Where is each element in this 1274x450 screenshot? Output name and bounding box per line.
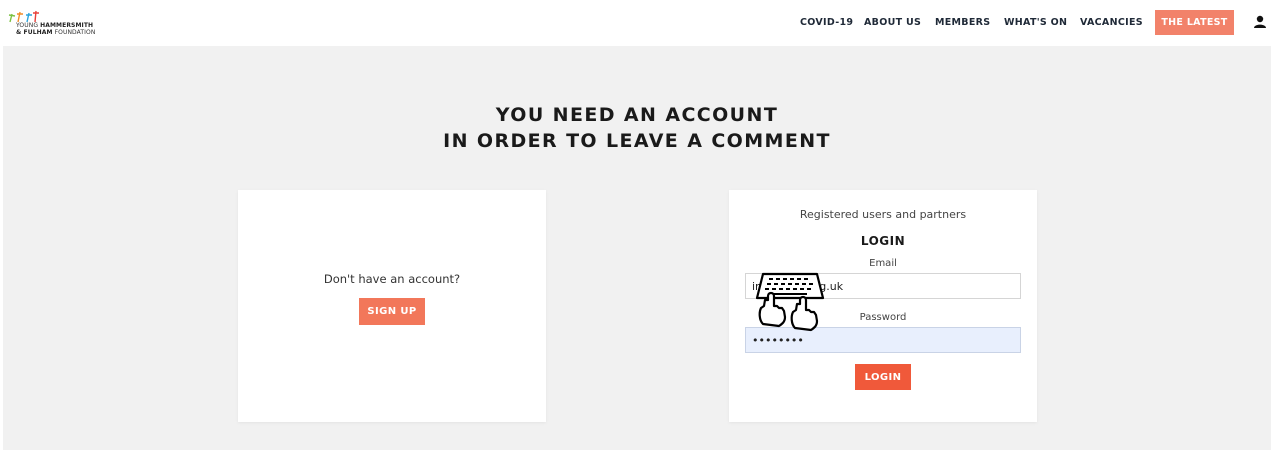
- signup-card: Don't have an account? SIGN UP: [238, 190, 546, 422]
- main-content: YOU NEED AN ACCOUNT IN ORDER TO LEAVE A …: [3, 46, 1271, 450]
- email-label: Email: [869, 258, 897, 269]
- login-subtitle: Registered users and partners: [799, 208, 967, 221]
- login-title: LOGIN: [860, 234, 906, 248]
- signup-button[interactable]: SIGN UP: [359, 298, 425, 325]
- signup-prompt: Don't have an account?: [323, 272, 461, 286]
- nav-members[interactable]: MEMBERS: [935, 17, 990, 28]
- nav-covid[interactable]: COVID-19: [800, 17, 853, 28]
- page-heading: YOU NEED AN ACCOUNT IN ORDER TO LEAVE A …: [443, 104, 831, 152]
- user-icon[interactable]: [1253, 15, 1267, 29]
- logo-text: YOUNG HAMMERSMITH & FULHAM FOUNDATION: [16, 22, 96, 36]
- password-field[interactable]: [745, 327, 1021, 353]
- nav-vacancies[interactable]: VACANCIES: [1080, 17, 1143, 28]
- the-latest-button[interactable]: THE LATEST: [1155, 10, 1234, 35]
- nav-about-us[interactable]: ABOUT US: [864, 17, 921, 28]
- login-card: Registered users and partners LOGIN Emai…: [729, 190, 1037, 422]
- email-field[interactable]: [745, 273, 1021, 299]
- login-button[interactable]: LOGIN: [855, 364, 911, 390]
- site-header: YOUNG HAMMERSMITH & FULHAM FOUNDATION CO…: [0, 0, 1274, 46]
- site-logo[interactable]: YOUNG HAMMERSMITH & FULHAM FOUNDATION: [8, 9, 108, 37]
- logo-figures-icon: [8, 10, 39, 23]
- password-label: Password: [859, 312, 907, 323]
- nav-whats-on[interactable]: WHAT'S ON: [1004, 17, 1067, 28]
